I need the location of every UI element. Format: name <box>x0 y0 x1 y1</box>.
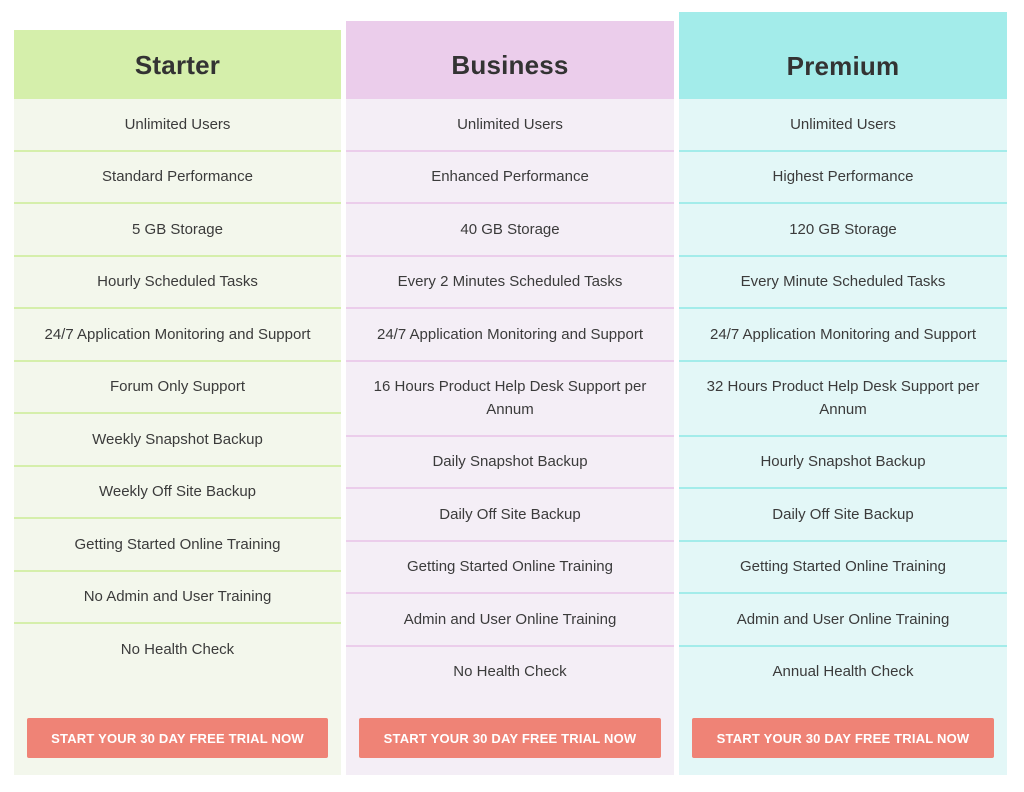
plan-header: Business <box>346 21 674 99</box>
feature-item: 16 Hours Product Help Desk Support per A… <box>346 362 674 437</box>
feature-item: Every Minute Scheduled Tasks <box>679 257 1007 309</box>
plan-card-business: Business Unlimited Users Enhanced Perfor… <box>346 21 674 775</box>
plan-card-starter: Starter Unlimited Users Standard Perform… <box>14 30 341 775</box>
feature-item: Weekly Snapshot Backup <box>14 414 341 467</box>
feature-item: Highest Performance <box>679 152 1007 204</box>
feature-item: Every 2 Minutes Scheduled Tasks <box>346 257 674 309</box>
feature-item: Enhanced Performance <box>346 152 674 204</box>
feature-item: Getting Started Online Training <box>14 519 341 572</box>
cta-wrapper: START YOUR 30 DAY FREE TRIAL NOW <box>14 718 341 775</box>
feature-item: No Health Check <box>453 663 567 681</box>
feature-item: Getting Started Online Training <box>346 542 674 594</box>
feature-item: 24/7 Application Monitoring and Support <box>679 309 1007 362</box>
feature-item: 24/7 Application Monitoring and Support <box>346 309 674 362</box>
feature-item: Unlimited Users <box>679 99 1007 152</box>
feature-item: Admin and User Online Training <box>679 594 1007 647</box>
cta-wrapper: START YOUR 30 DAY FREE TRIAL NOW <box>679 718 1007 775</box>
feature-item: Daily Off Site Backup <box>679 489 1007 542</box>
feature-item: Daily Off Site Backup <box>346 489 674 542</box>
feature-item: Weekly Off Site Backup <box>14 467 341 519</box>
feature-item: Daily Snapshot Backup <box>346 437 674 489</box>
start-free-trial-button[interactable]: START YOUR 30 DAY FREE TRIAL NOW <box>692 718 994 758</box>
plan-body: Unlimited Users Enhanced Performance 40 … <box>346 99 674 775</box>
feature-item: Forum Only Support <box>14 362 341 414</box>
feature-item: Admin and User Online Training <box>346 594 674 647</box>
plan-title: Premium <box>786 51 900 81</box>
feature-item: 120 GB Storage <box>679 204 1007 257</box>
feature-item: Getting Started Online Training <box>679 542 1007 594</box>
feature-item: Unlimited Users <box>14 99 341 152</box>
feature-item: No Health Check <box>120 640 235 658</box>
feature-item: Unlimited Users <box>346 99 674 152</box>
feature-item: 32 Hours Product Help Desk Support per A… <box>679 362 1007 437</box>
start-free-trial-button[interactable]: START YOUR 30 DAY FREE TRIAL NOW <box>359 718 661 758</box>
feature-item: 5 GB Storage <box>14 204 341 257</box>
plan-body: Unlimited Users Standard Performance 5 G… <box>14 99 341 775</box>
feature-item: No Admin and User Training <box>14 572 341 624</box>
feature-item: Standard Performance <box>14 152 341 204</box>
feature-list: Unlimited Users Enhanced Performance 40 … <box>346 99 674 699</box>
cta-wrapper: START YOUR 30 DAY FREE TRIAL NOW <box>346 718 674 775</box>
plan-body: Unlimited Users Highest Performance 120 … <box>679 99 1007 775</box>
feature-list: Unlimited Users Standard Performance 5 G… <box>14 99 341 677</box>
start-free-trial-button[interactable]: START YOUR 30 DAY FREE TRIAL NOW <box>27 718 328 758</box>
feature-list: Unlimited Users Highest Performance 120 … <box>679 99 1007 699</box>
feature-item: 40 GB Storage <box>346 204 674 257</box>
feature-item: 24/7 Application Monitoring and Support <box>14 309 341 362</box>
plan-card-premium: Premium Unlimited Users Highest Performa… <box>679 12 1007 775</box>
feature-item: Hourly Scheduled Tasks <box>14 257 341 309</box>
feature-item: Hourly Snapshot Backup <box>679 437 1007 489</box>
plan-title: Business <box>451 49 569 80</box>
plan-header: Premium <box>679 12 1007 99</box>
plan-title: Starter <box>134 50 221 80</box>
feature-item: Annual Health Check <box>772 663 914 681</box>
plan-header: Starter <box>14 30 341 99</box>
